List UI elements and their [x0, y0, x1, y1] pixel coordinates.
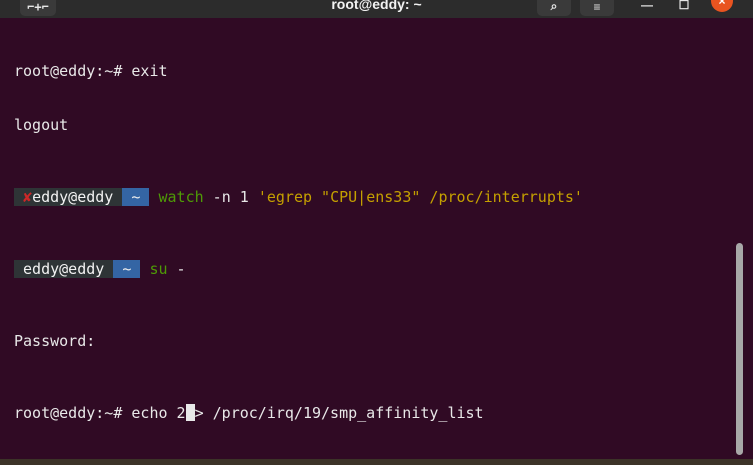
error-mark-icon: ✘: [23, 188, 33, 206]
prompt-user-host: eddy@eddy: [32, 188, 114, 206]
prompt-user-segment: ✘eddy@eddy: [14, 188, 123, 206]
terminal-line-echo[interactable]: root@eddy:~# echo 2 > /proc/irq/19/smp_af…: [14, 404, 734, 422]
terminal-line-watch: ✘eddy@eddy ~ watch -n 1 'egrep "CPU|ens3…: [14, 188, 734, 206]
command-name: su: [149, 260, 168, 278]
terminal-line-exit: root@eddy:~# exit: [14, 62, 168, 80]
command-args: -: [167, 260, 186, 278]
terminal-line-su: eddy@eddy ~ su -: [14, 260, 734, 278]
close-icon: ×: [718, 0, 726, 8]
prompt-user-segment: eddy@eddy: [14, 260, 114, 278]
terminal-line-logout: logout: [14, 116, 69, 134]
hamburger-menu-icon: ≡: [593, 0, 601, 14]
title-bar: ⌐+⌐ root@eddy: ~ ⌕ ≡ — ☐ ×: [0, 0, 753, 18]
terminal-output[interactable]: root@eddy:~# exit logout ✘eddy@eddy ~ wa…: [14, 26, 734, 458]
maximize-button[interactable]: ☐: [673, 0, 695, 16]
search-button[interactable]: ⌕: [537, 0, 571, 16]
minimize-icon: —: [641, 0, 653, 12]
scrollbar-thumb[interactable]: [736, 243, 743, 455]
menu-button[interactable]: ≡: [580, 0, 614, 16]
terminal-line-password: Password:: [14, 332, 96, 350]
prompt-user-host: eddy@eddy: [23, 260, 105, 278]
prompt-dir-segment: ~: [113, 260, 141, 278]
command-redirect: > /proc/irq/19/smp_affinity_list: [194, 404, 484, 422]
search-icon: ⌕: [550, 0, 558, 13]
desktop-background-strip: [0, 459, 753, 465]
prompt-dir-segment: ~: [122, 188, 150, 206]
command-quoted-arg: 'egrep "CPU|ens33" /proc/interrupts': [257, 188, 583, 206]
maximize-icon: ☐: [678, 0, 690, 12]
command-args: -n 1: [203, 188, 258, 206]
minimize-button[interactable]: —: [636, 0, 658, 16]
root-prompt-command: root@eddy:~# echo 2: [14, 404, 186, 422]
text-cursor: [185, 404, 195, 421]
command-name: watch: [158, 188, 204, 206]
terminal-window: ⌐+⌐ root@eddy: ~ ⌕ ≡ — ☐ × root@eddy:~# …: [0, 0, 753, 465]
